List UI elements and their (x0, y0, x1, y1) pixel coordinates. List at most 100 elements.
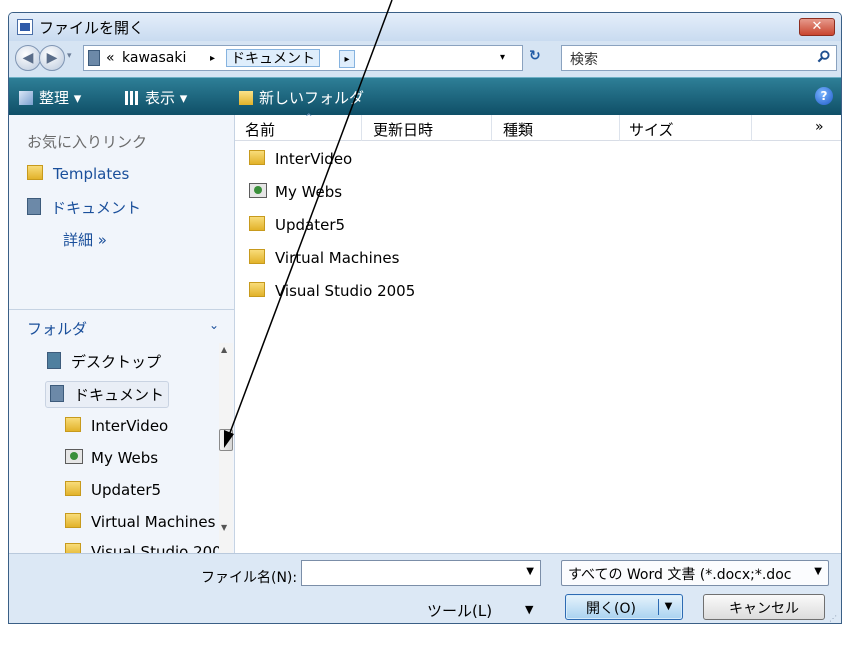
desktop-icon (47, 352, 61, 369)
folder-icon (27, 165, 43, 180)
folder-icon (65, 513, 81, 528)
tree-item-desktop[interactable]: デスクトップ (47, 351, 161, 372)
forward-button[interactable]: ▶ (39, 45, 65, 71)
tree-item-label: Updater5 (91, 481, 162, 499)
folder-icon (65, 481, 81, 496)
back-button[interactable]: ◀ (15, 45, 41, 71)
open-file-dialog: ファイルを開く ✕ ◀ ▶ ▾ « kawasaki ▸ ドキュメント ▸ ▾ … (8, 12, 842, 624)
tools-dropdown-icon[interactable]: ▼ (525, 603, 533, 616)
open-options-dropdown[interactable]: ▼ (658, 599, 678, 615)
favorite-link-label: Templates (53, 165, 130, 183)
column-divider[interactable] (619, 115, 620, 141)
column-divider[interactable] (361, 115, 362, 141)
file-name: Visual Studio 2005 (275, 282, 416, 300)
favorite-link-documents[interactable]: ドキュメント (27, 197, 141, 218)
organize-icon (19, 91, 33, 105)
dialog-footer: ファイル名(N): ▼ すべての Word 文書 (*.docx;*.doc ▼… (9, 553, 841, 623)
tree-item-label: InterVideo (91, 417, 169, 435)
web-folder-icon (249, 183, 267, 198)
tree-item-documents-selected[interactable]: ドキュメント (45, 381, 170, 408)
folder-tree-scrollbar[interactable]: ▲ ▼ (219, 343, 233, 553)
tree-item-updater5[interactable]: Updater5 (65, 481, 161, 499)
filename-field[interactable]: ▼ (301, 560, 541, 586)
chevron-down-icon[interactable]: ⌄ (209, 318, 219, 332)
more-links-button[interactable]: 詳細 » (63, 229, 107, 250)
file-name: Updater5 (275, 216, 346, 234)
column-divider[interactable] (751, 115, 752, 141)
open-button-label: 開く(O) (586, 601, 636, 617)
breadcrumb-item-current[interactable]: ドキュメント (226, 49, 320, 67)
new-folder-label: 新しいフォルダ (259, 89, 365, 107)
file-row[interactable]: Updater5 (249, 216, 345, 234)
favorite-link-label: ドキュメント (51, 199, 142, 217)
column-header-type[interactable]: 種類 (503, 119, 533, 141)
window-title: ファイルを開く (39, 19, 145, 37)
tree-item-my-webs[interactable]: My Webs (65, 449, 158, 467)
filename-history-dropdown[interactable]: ▼ (526, 566, 534, 577)
breadcrumb-item[interactable]: kawasaki (122, 49, 186, 67)
file-row[interactable]: Visual Studio 2005 (249, 282, 415, 300)
open-button[interactable]: 開く(O) ▼ (565, 594, 683, 620)
address-bar[interactable]: « kawasaki ▸ ドキュメント ▸ ▾ (83, 45, 523, 71)
column-divider[interactable] (491, 115, 492, 141)
documents-icon (50, 385, 64, 402)
tools-menu-button[interactable]: ツール(L) (427, 600, 492, 621)
folder-icon (65, 417, 81, 432)
filename-label: ファイル名(N): (201, 570, 298, 586)
folder-icon (249, 216, 265, 231)
documents-icon (27, 198, 41, 215)
file-row[interactable]: My Webs (249, 183, 342, 201)
file-name: InterVideo (275, 150, 353, 168)
folders-heading: フォルダ (27, 320, 88, 338)
column-header-date-modified[interactable]: 更新日時 (373, 119, 433, 141)
tree-item-label: Visual Studio 2005 (91, 543, 221, 553)
view-menu[interactable]: 表示 ▾ (125, 87, 187, 108)
tree-item-visual-studio-2005[interactable]: Visual Studio 2005 (65, 543, 221, 553)
breadcrumb-overflow[interactable]: « (106, 49, 115, 67)
chevron-down-icon[interactable]: ▼ (814, 566, 822, 577)
command-toolbar: 整理 ▾ 表示 ▾ 新しいフォルダ ? (9, 77, 841, 115)
folder-icon (249, 249, 265, 264)
scroll-up-arrow-icon[interactable]: ▲ (221, 345, 227, 354)
folders-header[interactable]: フォルダ ⌄ (9, 309, 235, 339)
file-list: 名前 ^ 更新日時 種類 サイズ » InterVideo My Webs Up… (235, 113, 841, 553)
recent-pages-dropdown[interactable]: ▾ (67, 51, 77, 63)
close-button[interactable]: ✕ (799, 18, 835, 36)
folder-icon (65, 543, 81, 553)
organize-label: 整理 ▾ (39, 89, 82, 107)
column-header-size[interactable]: サイズ (629, 119, 674, 141)
organize-menu[interactable]: 整理 ▾ (19, 87, 81, 108)
file-row[interactable]: InterVideo (249, 150, 352, 168)
address-dropdown[interactable]: ▾ (500, 52, 505, 63)
new-folder-button[interactable]: 新しいフォルダ (239, 87, 364, 108)
tree-item-label: ドキュメント (74, 386, 165, 404)
title-bar: ファイルを開く ✕ (9, 13, 841, 41)
view-label: 表示 ▾ (145, 89, 188, 107)
cancel-button-label: キャンセル (729, 601, 799, 617)
resize-grip-icon[interactable]: ⋰ (829, 614, 837, 623)
tree-item-label: My Webs (91, 449, 159, 467)
column-header-name[interactable]: 名前 (245, 119, 275, 141)
search-input[interactable]: 検索 (561, 45, 837, 71)
documents-icon (88, 50, 100, 66)
breadcrumb-separator[interactable]: ▸ (339, 50, 355, 68)
file-name: My Webs (275, 183, 343, 201)
search-icon[interactable] (817, 50, 830, 63)
help-icon[interactable]: ? (815, 87, 833, 105)
scroll-down-arrow-icon[interactable]: ▼ (221, 523, 227, 532)
word-document-icon (17, 19, 33, 35)
file-name: Virtual Machines (275, 249, 400, 267)
more-columns-button[interactable]: » (815, 119, 824, 141)
scrollbar-thumb[interactable] (219, 429, 233, 451)
file-row[interactable]: Virtual Machines (249, 249, 399, 267)
search-placeholder: 検索 (570, 52, 598, 68)
cancel-button[interactable]: キャンセル (703, 594, 825, 620)
refresh-icon[interactable]: ↻ (529, 48, 553, 70)
file-type-select[interactable]: すべての Word 文書 (*.docx;*.doc ▼ (561, 560, 829, 586)
tree-item-label: Virtual Machines (91, 513, 216, 531)
breadcrumb-separator[interactable]: ▸ (210, 50, 215, 68)
navigation-pane: お気に入りリンク Templates ドキュメント 詳細 » フォルダ ⌄ デス… (9, 115, 235, 553)
tree-item-virtual-machines[interactable]: Virtual Machines (65, 513, 221, 531)
tree-item-intervideo[interactable]: InterVideo (65, 417, 168, 435)
favorite-link-templates[interactable]: Templates (27, 165, 129, 183)
